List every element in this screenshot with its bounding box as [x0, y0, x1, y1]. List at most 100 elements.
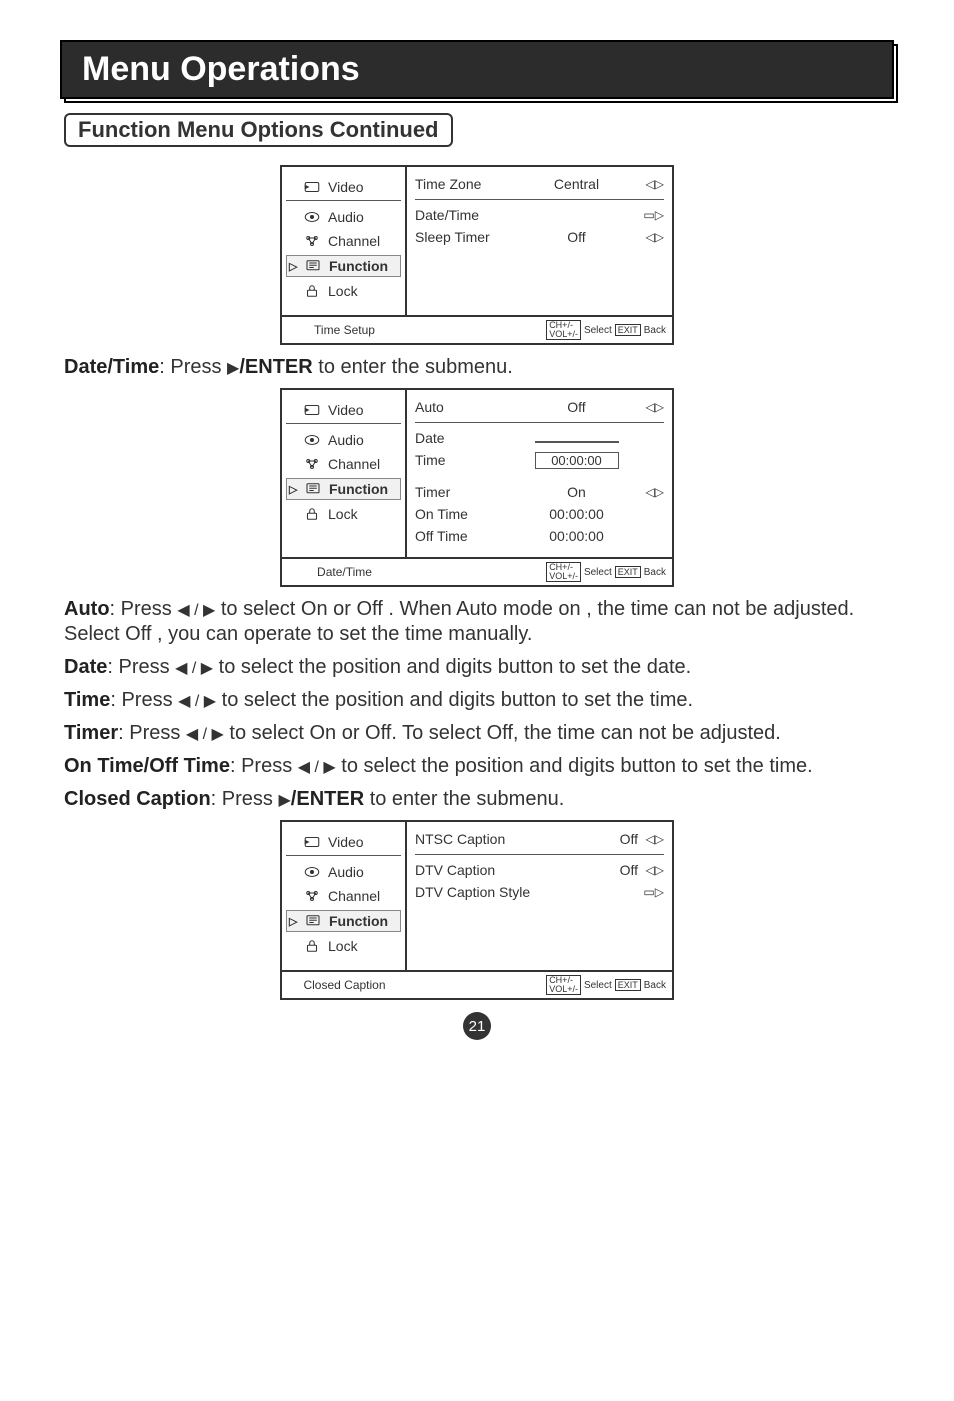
- left-right-icon: ◁▷: [638, 832, 664, 846]
- sidebar-item-label: Lock: [328, 283, 358, 299]
- function-icon: [303, 257, 323, 275]
- setting-row-auto[interactable]: Auto Off ◁▷: [415, 396, 664, 423]
- hint-select: Select: [584, 980, 612, 991]
- sidebar-item-label: Function: [329, 258, 388, 274]
- exit-key-icon: EXIT: [615, 979, 641, 991]
- sidebar-item-label: Channel: [328, 456, 380, 472]
- sidebar-item-channel[interactable]: Channel: [286, 886, 401, 906]
- lock-icon: [302, 937, 322, 955]
- setting-row-timer[interactable]: Timer On ◁▷: [415, 481, 664, 503]
- sidebar-item-label: Audio: [328, 864, 364, 880]
- sidebar-item-function[interactable]: ▷ Function: [286, 910, 401, 932]
- setting-value: 00:00:00: [515, 506, 638, 522]
- sidebar-item-lock[interactable]: Lock: [286, 936, 401, 956]
- enter-icon: ▭▷: [638, 885, 664, 899]
- chevron-right-icon: ▷: [289, 915, 297, 928]
- sidebar-item-audio[interactable]: Audio: [286, 862, 401, 882]
- sidebar-item-label: Channel: [328, 233, 380, 249]
- setting-row-date-time[interactable]: Date/Time ▭▷: [415, 204, 664, 226]
- setting-row-off-time[interactable]: Off Time 00:00:00: [415, 525, 664, 547]
- audio-icon: [302, 863, 322, 881]
- function-icon: [303, 912, 323, 930]
- channel-icon: [302, 887, 322, 905]
- setting-row-ntsc-caption[interactable]: NTSC Caption Off ◁▷: [415, 828, 664, 855]
- setting-label: Time: [415, 452, 515, 468]
- left-right-icon: ◁▷: [638, 230, 664, 244]
- setting-row-sleep-timer[interactable]: Sleep Timer Off ◁▷: [415, 226, 664, 248]
- paragraph-timer: Timer: Press ◀ / ▶ to select On or Off. …: [64, 721, 890, 746]
- video-icon: [302, 401, 322, 419]
- hint-back: Back: [644, 567, 666, 578]
- left-right-icon: ◁▷: [638, 863, 664, 877]
- sidebar-item-function[interactable]: ▷ Function: [286, 255, 401, 277]
- setting-value: Off: [555, 862, 638, 878]
- setting-row-date[interactable]: Date: [415, 427, 664, 449]
- osd-footer-title: Closed Caption: [282, 974, 407, 996]
- setting-row-dtv-caption[interactable]: DTV Caption Off ◁▷: [415, 859, 664, 881]
- sidebar-item-lock[interactable]: Lock: [286, 281, 401, 301]
- setting-value: Off: [515, 229, 638, 245]
- sidebar-item-channel[interactable]: Channel: [286, 454, 401, 474]
- sidebar-item-label: Video: [328, 834, 364, 850]
- sidebar-item-video[interactable]: Video: [286, 400, 401, 424]
- sidebar-item-label: Lock: [328, 938, 358, 954]
- sidebar-item-audio[interactable]: Audio: [286, 430, 401, 450]
- setting-value: 00:00:00: [535, 452, 619, 469]
- lock-icon: [302, 282, 322, 300]
- setting-value: On: [515, 484, 638, 500]
- setting-row-time[interactable]: Time 00:00:00: [415, 449, 664, 471]
- sidebar-item-function[interactable]: ▷ Function: [286, 478, 401, 500]
- video-icon: [302, 833, 322, 851]
- setting-row-time-zone[interactable]: Time Zone Central ◁▷: [415, 173, 664, 200]
- osd-content: NTSC Caption Off ◁▷ DTV Caption Off ◁▷ D…: [407, 822, 672, 970]
- sidebar-item-label: Audio: [328, 209, 364, 225]
- function-icon: [303, 480, 323, 498]
- chevron-right-icon: ▷: [289, 483, 297, 496]
- setting-value: Off: [515, 399, 638, 415]
- channel-icon: [302, 455, 322, 473]
- left-right-arrows-icon: ◀ / ▶: [178, 693, 216, 710]
- audio-icon: [302, 208, 322, 226]
- osd-closed-caption: Video Audio Channel ▷ Function: [280, 820, 674, 1000]
- paragraph-date: Date: Press ◀ / ▶ to select the position…: [64, 655, 890, 680]
- setting-label: Auto: [415, 399, 515, 415]
- setting-label: Timer: [415, 484, 515, 500]
- setting-label: Date/Time: [415, 207, 515, 223]
- setting-row-dtv-caption-style[interactable]: DTV Caption Style ▭▷: [415, 881, 664, 903]
- sidebar-item-channel[interactable]: Channel: [286, 231, 401, 251]
- paragraph-closed-caption: Closed Caption: Press ▶/ENTER to enter t…: [64, 787, 890, 812]
- sidebar-item-video[interactable]: Video: [286, 177, 401, 201]
- sidebar-item-label: Function: [329, 481, 388, 497]
- setting-label: On Time: [415, 506, 515, 522]
- sidebar-item-label: Video: [328, 179, 364, 195]
- paragraph-date-time-intro: Date/Time: Press ▶/ENTER to enter the su…: [64, 355, 890, 380]
- sidebar-item-label: Lock: [328, 506, 358, 522]
- left-right-arrows-icon: ◀ / ▶: [298, 759, 336, 776]
- setting-label: DTV Caption: [415, 862, 555, 878]
- sidebar-item-lock[interactable]: Lock: [286, 504, 401, 524]
- setting-label: Sleep Timer: [415, 229, 515, 245]
- osd-footer: Time Setup CH+/-VOL+/- Select EXIT Back: [282, 315, 672, 343]
- sidebar-item-label: Audio: [328, 432, 364, 448]
- left-right-arrows-icon: ◀ / ▶: [177, 602, 215, 619]
- osd-content: Auto Off ◁▷ Date Time 00:00:00 Timer On: [407, 390, 672, 557]
- ch-vol-key-icon: CH+/-VOL+/-: [546, 562, 581, 582]
- section-subtitle: Function Menu Options Continued: [64, 113, 453, 147]
- left-right-icon: ◁▷: [638, 400, 664, 414]
- setting-value: Central: [515, 176, 638, 192]
- osd-footer: Date/Time CH+/-VOL+/- Select EXIT Back: [282, 557, 672, 585]
- setting-value: [535, 441, 619, 443]
- audio-icon: [302, 431, 322, 449]
- osd-date-time: Video Audio Channel ▷ Function: [280, 388, 674, 587]
- sidebar-item-video[interactable]: Video: [286, 832, 401, 856]
- setting-row-on-time[interactable]: On Time 00:00:00: [415, 503, 664, 525]
- ch-vol-key-icon: CH+/-VOL+/-: [546, 975, 581, 995]
- right-arrow-icon: ▶: [227, 360, 239, 377]
- sidebar-item-audio[interactable]: Audio: [286, 207, 401, 227]
- enter-icon: ▭▷: [638, 208, 664, 222]
- setting-value: Off: [555, 831, 638, 847]
- page-title: Menu Operations: [60, 40, 894, 99]
- hint-back: Back: [644, 980, 666, 991]
- setting-label: NTSC Caption: [415, 831, 555, 847]
- paragraph-auto: Auto: Press ◀ / ▶ to select On or Off . …: [64, 597, 890, 647]
